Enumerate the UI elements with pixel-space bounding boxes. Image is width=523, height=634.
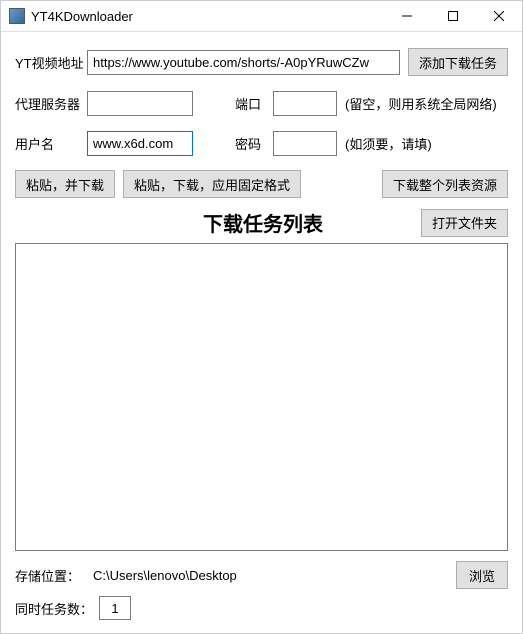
- proxy-hint: (留空，则用系统全局网络): [345, 94, 497, 113]
- browse-button[interactable]: 浏览: [456, 561, 508, 589]
- password-label: 密码: [235, 134, 273, 153]
- concurrent-row: 同时任务数：: [15, 595, 508, 621]
- window-title: YT4KDownloader: [31, 9, 384, 24]
- maximize-icon: [448, 11, 458, 21]
- concurrent-label: 同时任务数：: [15, 599, 93, 618]
- proxy-input[interactable]: [87, 91, 193, 116]
- paste-format-button[interactable]: 粘贴，下载，应用固定格式: [123, 170, 301, 198]
- action-buttons-row: 粘贴，并下载 粘贴，下载，应用固定格式 下载整个列表资源: [15, 170, 508, 198]
- add-task-button[interactable]: 添加下载任务: [408, 48, 508, 76]
- paste-download-button[interactable]: 粘贴，并下载: [15, 170, 115, 198]
- content-area: YT视频地址 添加下载任务 代理服务器 端口 (留空，则用系统全局网络) 用户名…: [1, 32, 522, 633]
- port-input[interactable]: [273, 91, 337, 116]
- concurrent-input[interactable]: [99, 596, 131, 620]
- app-icon: [9, 8, 25, 24]
- window-controls: [384, 1, 522, 31]
- open-folder-button[interactable]: 打开文件夹: [421, 209, 508, 237]
- storage-row: 存储位置： C:\Users\lenovo\Desktop 浏览: [15, 561, 508, 589]
- proxy-label: 代理服务器: [15, 94, 87, 113]
- credentials-row: 用户名 密码 (如须要，请填): [15, 130, 508, 156]
- credentials-hint: (如须要，请填): [345, 134, 432, 153]
- url-row: YT视频地址 添加下载任务: [15, 48, 508, 76]
- task-list-title: 下载任务列表: [105, 208, 421, 237]
- close-icon: [494, 11, 504, 21]
- port-label: 端口: [235, 94, 273, 113]
- username-label: 用户名: [15, 134, 87, 153]
- task-header-row: 下载任务列表 打开文件夹: [15, 208, 508, 237]
- storage-label: 存储位置：: [15, 566, 93, 585]
- url-input[interactable]: [87, 50, 400, 75]
- task-list[interactable]: [15, 243, 508, 551]
- minimize-icon: [402, 11, 412, 21]
- download-list-button[interactable]: 下载整个列表资源: [382, 170, 508, 198]
- password-input[interactable]: [273, 131, 337, 156]
- maximize-button[interactable]: [430, 1, 476, 31]
- close-button[interactable]: [476, 1, 522, 31]
- app-window: YT4KDownloader YT视频地址 添加下载任务 代理服务器 端口 (留…: [0, 0, 523, 634]
- url-label: YT视频地址: [15, 53, 87, 72]
- minimize-button[interactable]: [384, 1, 430, 31]
- storage-path: C:\Users\lenovo\Desktop: [93, 568, 456, 583]
- username-input[interactable]: [87, 131, 193, 156]
- proxy-row: 代理服务器 端口 (留空，则用系统全局网络): [15, 90, 508, 116]
- titlebar: YT4KDownloader: [1, 1, 522, 32]
